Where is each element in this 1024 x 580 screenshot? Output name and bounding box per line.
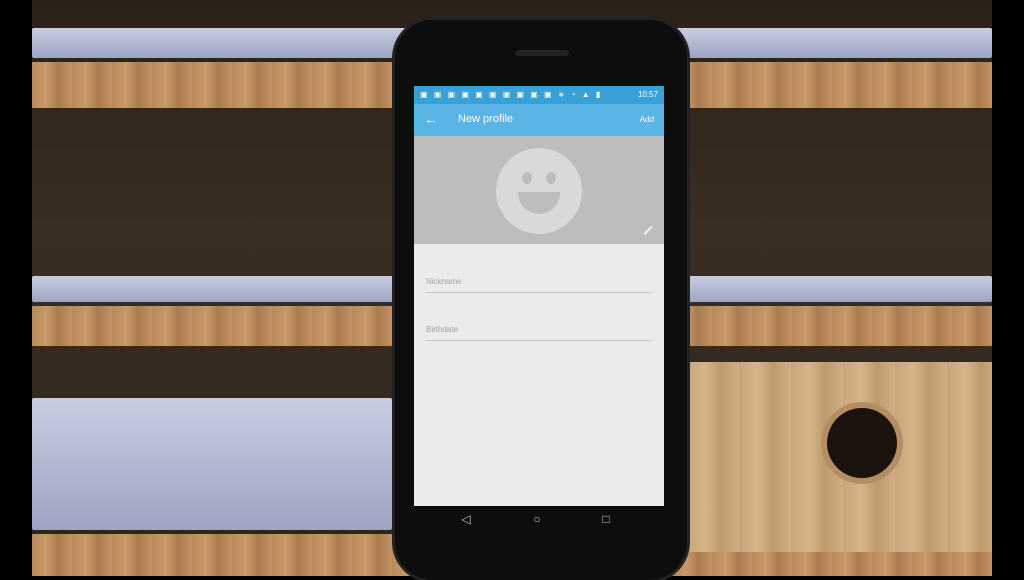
smiley-avatar-icon[interactable]: [496, 148, 582, 234]
phone-screen: ▣ ▣ ▣ ▣ ▣ ▣ ▣ ▣ ▣ ▣ ∗ ◔ ▲ ▮ 10:57 ← New …: [414, 86, 664, 506]
avatar-left-eye: [522, 172, 532, 184]
add-button[interactable]: Add: [640, 115, 654, 124]
nickname-input[interactable]: Nickname: [426, 277, 652, 286]
status-bar: ▣ ▣ ▣ ▣ ▣ ▣ ▣ ▣ ▣ ▣ ∗ ◔ ▲ ▮ 10:57: [414, 86, 664, 104]
phone-speaker: [515, 50, 569, 56]
nav-back-icon[interactable]: ◁: [459, 512, 473, 526]
page-title: New profile: [458, 113, 514, 125]
status-icons: ▣ ▣ ▣ ▣ ▣ ▣ ▣ ▣ ▣ ▣ ∗ ◔ ▲ ▮: [420, 90, 603, 99]
birthdate-underline: [426, 340, 652, 341]
nickname-underline: [426, 292, 652, 293]
paper-stack-bottom: [32, 398, 392, 530]
navigation-bar: ◁ ○ □: [414, 506, 664, 534]
avatar-right-eye: [546, 172, 556, 184]
profile-form: Nickname Birthdate: [414, 244, 664, 506]
back-arrow-icon[interactable]: ←: [424, 111, 438, 127]
drawer-hole: [827, 408, 897, 478]
status-time: 10:57: [637, 90, 658, 99]
profile-header: [414, 136, 664, 244]
birthdate-input[interactable]: Birthdate: [426, 325, 652, 334]
pencil-icon[interactable]: [642, 223, 654, 235]
nav-home-icon[interactable]: ○: [530, 512, 544, 526]
app-bar: ← New profile Add: [414, 104, 664, 136]
avatar-mouth: [518, 192, 560, 214]
nav-recents-icon[interactable]: □: [599, 512, 613, 526]
